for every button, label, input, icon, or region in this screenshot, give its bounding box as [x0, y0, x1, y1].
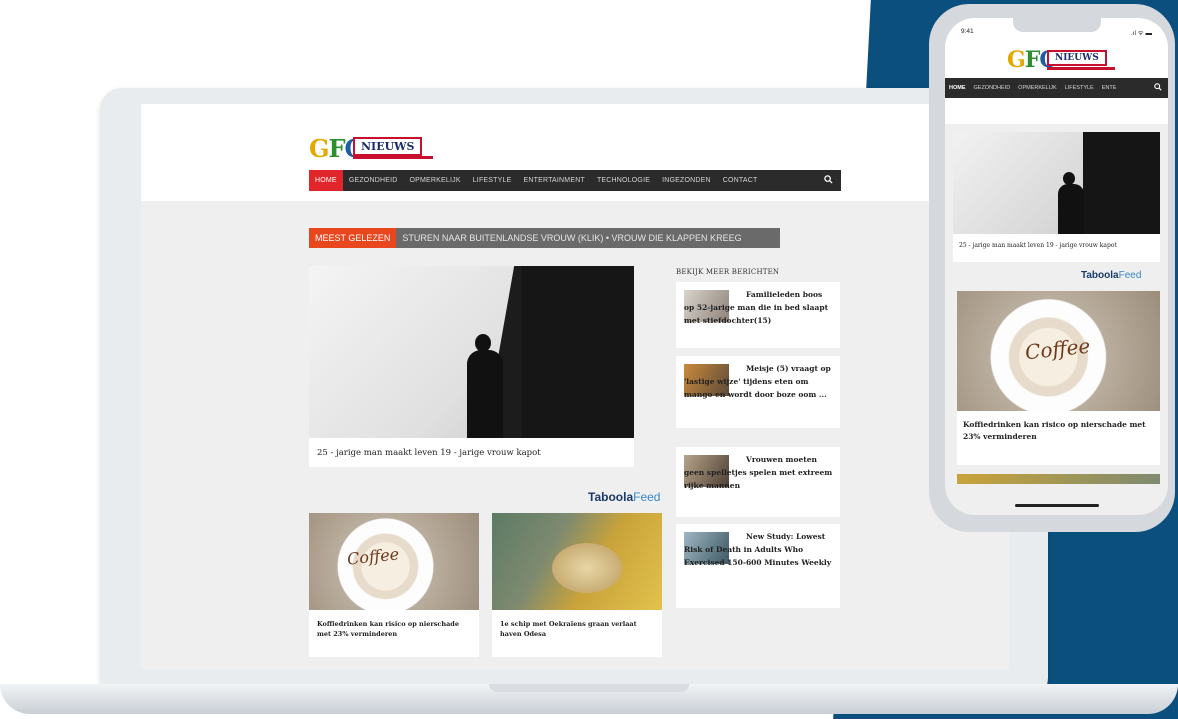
phone-notch	[1013, 18, 1101, 32]
hero-image-head	[475, 334, 491, 352]
card-title[interactable]: Koffiedrinken kan risico op nierschade m…	[317, 619, 472, 639]
nav-item-gezondheid[interactable]: GEZONDHEID	[343, 170, 404, 191]
phone-nav-item-gezondheid[interactable]: GEZONDHEID	[970, 85, 1015, 91]
nav-item-opmerkelijk[interactable]: OPMERKELIJK	[403, 170, 466, 191]
sidebar-heading: BEKIJK MEER BERICHTEN	[676, 268, 780, 276]
sidebar-item[interactable]: Familieleden boos op 52-jarige man die i…	[676, 282, 840, 348]
nav-item-entertainment[interactable]: ENTERTAINMENT	[517, 170, 590, 191]
phone-nav-item-ente[interactable]: ENTE	[1098, 85, 1121, 91]
phone-hero-caption[interactable]: 25 - jarige man maakt leven 19 - jarige …	[959, 242, 1117, 249]
sidebar-item-title[interactable]: New Study: Lowest Risk of Death in Adult…	[684, 530, 834, 569]
phone-hero-head	[1063, 172, 1075, 185]
taboola-brand: Taboola	[588, 490, 634, 504]
phone-next-card-image[interactable]	[957, 474, 1160, 484]
phone-nav: HOME GEZONDHEID OPMERKELIJK LIFESTYLE EN…	[945, 78, 1168, 98]
phone-feed-card-coffee[interactable]: Coffee Koffiedrinken kan risico op niers…	[957, 291, 1160, 465]
hero-image[interactable]	[309, 266, 634, 438]
site-header: GFC NIEUWS HOME GEZONDHEID OPMERKELIJK L…	[141, 104, 1009, 201]
phone-card-title[interactable]: Koffiedrinken kan risico op nierschade m…	[963, 419, 1153, 443]
phone-nav-item-lifestyle[interactable]: LIFESTYLE	[1061, 85, 1098, 91]
ticker-items[interactable]: STUREN NAAR BUITENLANDSE VROUW (KLIK) • …	[396, 228, 780, 248]
logo-word: NIEUWS	[1047, 50, 1107, 66]
search-icon[interactable]	[824, 175, 841, 186]
hero-article[interactable]: 25 - jarige man maakt leven 19 - jarige …	[309, 266, 634, 467]
sidebar-item[interactable]: Vrouwen moeten geen spelletjes spelen me…	[676, 447, 840, 517]
sidebar-item-title[interactable]: Vrouwen moeten geen spelletjes spelen me…	[684, 453, 834, 492]
logo-word: NIEUWS	[353, 137, 423, 156]
nav-item-home[interactable]: HOME	[309, 170, 343, 191]
hero-caption[interactable]: 25 - jarige man maakt leven 19 - jarige …	[317, 448, 541, 458]
sidebar-item[interactable]: New Study: Lowest Risk of Death in Adult…	[676, 524, 840, 608]
nav-item-ingezonden[interactable]: INGEZONDEN	[656, 170, 717, 191]
news-ticker: MEEST GELEZEN STUREN NAAR BUITENLANDSE V…	[309, 228, 780, 248]
phone-time: 9:41	[961, 28, 974, 35]
phone-coffee-word: Coffee	[1023, 333, 1092, 365]
ticker-label: MEEST GELEZEN	[309, 228, 397, 248]
coffee-image[interactable]: Coffee	[309, 513, 479, 610]
coffee-image-word: Coffee	[346, 544, 401, 569]
grain-pile	[552, 543, 622, 593]
phone-nav-item-home[interactable]: HOME	[945, 85, 970, 91]
nav-item-technologie[interactable]: TECHNOLOGIE	[591, 170, 656, 191]
hero-image-silhouette	[467, 350, 503, 438]
phone-screen: 9:41 .ıl ᯤ ▬ GFC NIEUWS HOME GEZONDHEID …	[945, 18, 1168, 515]
phone-status-icons: .ıl ᯤ ▬	[1130, 30, 1152, 37]
nav-item-lifestyle[interactable]: LIFESTYLE	[467, 170, 518, 191]
feed-card-grain[interactable]: 1e schip met Oekraïens graan verlaat hav…	[492, 513, 662, 657]
sidebar-item-title[interactable]: Familieleden boos op 52-jarige man die i…	[684, 288, 834, 327]
taboola-brand: Taboola	[1081, 270, 1119, 281]
site-logo[interactable]: GFC NIEUWS	[309, 134, 437, 164]
search-icon[interactable]	[1154, 83, 1162, 93]
taboola-feed-logo: TaboolaFeed	[588, 490, 660, 504]
phone-header: 9:41 .ıl ᯤ ▬ GFC NIEUWS HOME GEZONDHEID …	[945, 18, 1168, 124]
phone-hero-image[interactable]	[953, 132, 1160, 234]
card-title[interactable]: 1e schip met Oekraïens graan verlaat hav…	[500, 619, 655, 639]
grain-image[interactable]	[492, 513, 662, 610]
phone-hero-silhouette	[1058, 184, 1084, 234]
logo-underline	[353, 156, 433, 159]
phone-hero-wall	[1083, 132, 1160, 234]
logo-underline	[1047, 67, 1115, 70]
sidebar-item-title[interactable]: Meisje (5) vraagt op 'lastige wijze' tij…	[684, 362, 834, 401]
nav-item-contact[interactable]: CONTACT	[717, 170, 764, 191]
phone-site-logo[interactable]: GFC NIEUWS	[1007, 47, 1117, 73]
phone-taboola-logo: TaboolaFeed	[1081, 270, 1141, 281]
hero-image-wall	[522, 266, 634, 438]
taboola-suffix: Feed	[1118, 270, 1142, 281]
phone-hero-article[interactable]: 25 - jarige man maakt leven 19 - jarige …	[953, 132, 1160, 262]
main-nav: HOME GEZONDHEID OPMERKELIJK LIFESTYLE EN…	[309, 170, 841, 191]
sidebar-item[interactable]: Meisje (5) vraagt op 'lastige wijze' tij…	[676, 356, 840, 428]
laptop-notch	[489, 684, 689, 692]
taboola-suffix: Feed	[633, 490, 661, 504]
laptop-screen: GFC NIEUWS HOME GEZONDHEID OPMERKELIJK L…	[141, 104, 1009, 669]
phone-home-indicator[interactable]	[1015, 504, 1099, 507]
phone-nav-item-opmerkelijk[interactable]: OPMERKELIJK	[1014, 85, 1061, 91]
feed-card-coffee[interactable]: Coffee Koffiedrinken kan risico op niers…	[309, 513, 479, 657]
phone-coffee-image[interactable]: Coffee	[957, 291, 1160, 411]
